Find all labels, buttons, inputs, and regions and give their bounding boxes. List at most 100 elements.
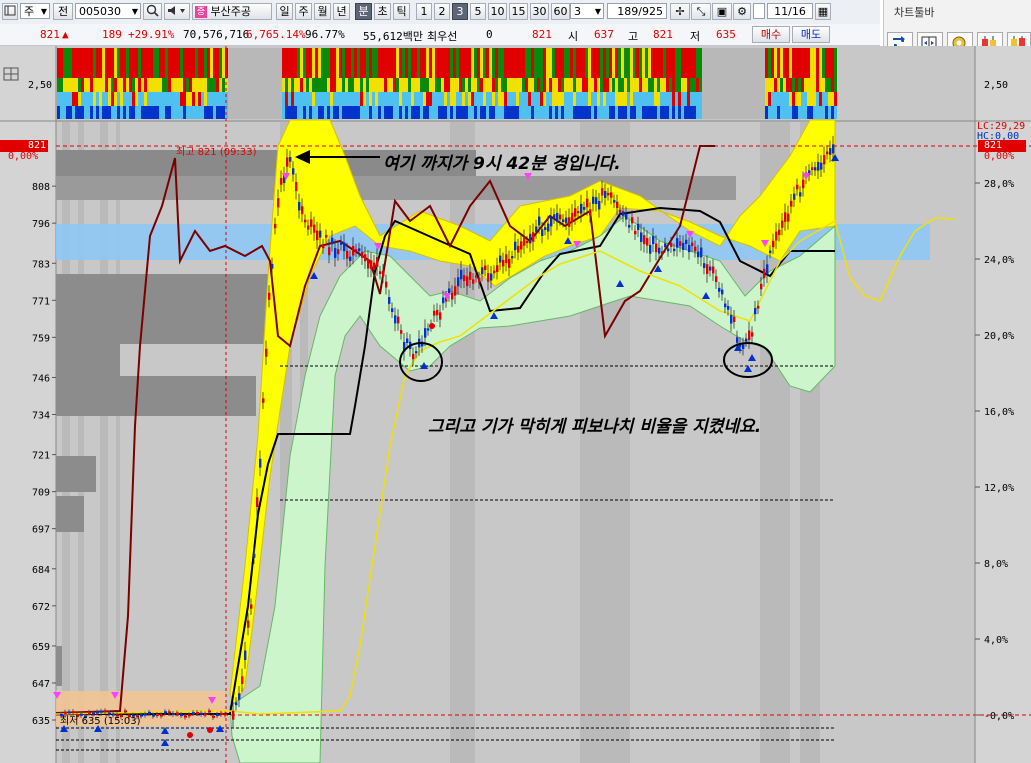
price-tick-label: 734 [32,410,50,421]
indicator-bar [126,106,129,119]
indicator-bar [201,106,204,119]
candle-body [164,711,167,714]
indicator-button[interactable]: ⤡ [691,3,711,20]
settings-button[interactable]: ⚙ [733,3,751,20]
candle-body [802,179,805,189]
indicator-bar [432,78,435,92]
period-tab-3[interactable]: 년 [333,3,350,20]
indicator-bar [222,78,225,92]
indicator-bar [144,48,147,78]
period-tab-5[interactable]: 초 [374,3,391,20]
indicator-bar [687,48,690,78]
stock-code-value: 005030 [79,5,121,18]
calendar-button[interactable]: ▦ [815,3,831,20]
candle-body [580,203,583,214]
indicator-bar [546,48,549,78]
indicator-bar [537,48,540,78]
minute-button-5[interactable]: 5 [470,3,486,20]
market-select[interactable]: 주 ▼ [20,3,50,19]
indicator-bar [834,92,837,106]
indicator-bar [123,48,126,78]
indicator-bar [204,48,207,78]
indicator-bar [522,48,525,78]
save-button[interactable]: ▣ [712,3,732,20]
indicator-bar [75,106,78,119]
date-checkbox[interactable] [753,3,765,19]
stock-code-input[interactable]: 005030 ▼ [75,3,141,19]
indicator-bar [78,48,81,78]
indicator-bar [189,48,192,78]
interval-select[interactable]: 3 ▼ [570,3,604,19]
indicator-bar [501,78,504,92]
minute-button-15[interactable]: 15 [509,3,528,20]
indicator-bar [690,48,693,78]
period-tab-1[interactable]: 주 [295,3,312,20]
pct-tick-label: 28,0% [984,179,1014,190]
indicator-bar [60,48,63,78]
indicator-bar [624,92,627,106]
volume-ratio: 6,765.14% [246,28,306,41]
amount-value: 55,612백만 [363,30,423,43]
indicator-bar [135,48,138,78]
indicator-bar [318,48,321,78]
indicator-bar [495,48,498,78]
indicator-bar [801,92,804,106]
strength-value: 96.77% [305,28,345,41]
indicator-bar [195,106,198,119]
indicator-bar [165,78,168,92]
indicator-bar [648,106,651,119]
minute-button-30[interactable]: 30 [530,3,549,20]
indicator-bar [273,48,276,119]
indicator-bar [345,106,348,119]
candle-body [613,199,616,203]
indicator-bar [486,106,489,119]
minute-button-1[interactable]: 1 [416,3,432,20]
indicator-bar [564,78,567,92]
period-tab-0[interactable]: 일 [276,3,293,20]
indicator-bar [393,106,396,119]
crosshair-button[interactable]: ✢ [670,3,690,20]
indicator-bar [828,106,831,119]
sound-button[interactable] [164,3,190,20]
indicator-bar [108,106,111,119]
chart-menu-icon[interactable] [2,3,18,20]
candle-body [289,157,292,162]
type-button[interactable]: 전 [53,3,73,20]
indicator-bar [363,92,366,106]
indicator-bar [459,48,462,78]
candle-body [724,303,727,308]
indicator-bar [282,48,285,78]
indicator-bar [663,48,666,78]
indicator-bar [651,106,654,119]
indicator-bar [441,48,444,78]
period-tab-2[interactable]: 월 [314,3,331,20]
indicator-bar [588,106,591,119]
indicator-bar [384,106,387,119]
indicator-bar [363,78,366,92]
search-button[interactable] [143,3,162,20]
indicator-bar [636,78,639,92]
minute-button-2[interactable]: 2 [434,3,450,20]
candle-body [313,224,316,233]
candle-body [586,198,589,208]
indicator-bar [834,78,837,92]
stock-name-field[interactable]: 증 부산주공 [192,3,272,20]
indicator-bar [804,106,807,119]
indicator-bar [321,92,324,106]
period-tab-4[interactable]: 분 [355,3,372,20]
period-tab-6[interactable]: 틱 [393,3,410,20]
indicator-bar [213,92,216,106]
sell-button[interactable]: 매도 [792,26,830,43]
buy-button[interactable]: 매수 [752,26,790,43]
indicator-bar [543,92,546,106]
indicator-bar [144,106,147,119]
date-field[interactable]: 11/16 [767,3,813,19]
minute-button-3[interactable]: 3 [452,3,468,20]
indicator-bar [642,106,645,119]
indicator-bar [759,48,762,119]
minute-button-10[interactable]: 10 [488,3,507,20]
indicator-bar [429,48,432,78]
indicator-bar [570,78,573,92]
indicator-bar [579,48,582,78]
minute-button-60[interactable]: 60 [551,3,570,20]
